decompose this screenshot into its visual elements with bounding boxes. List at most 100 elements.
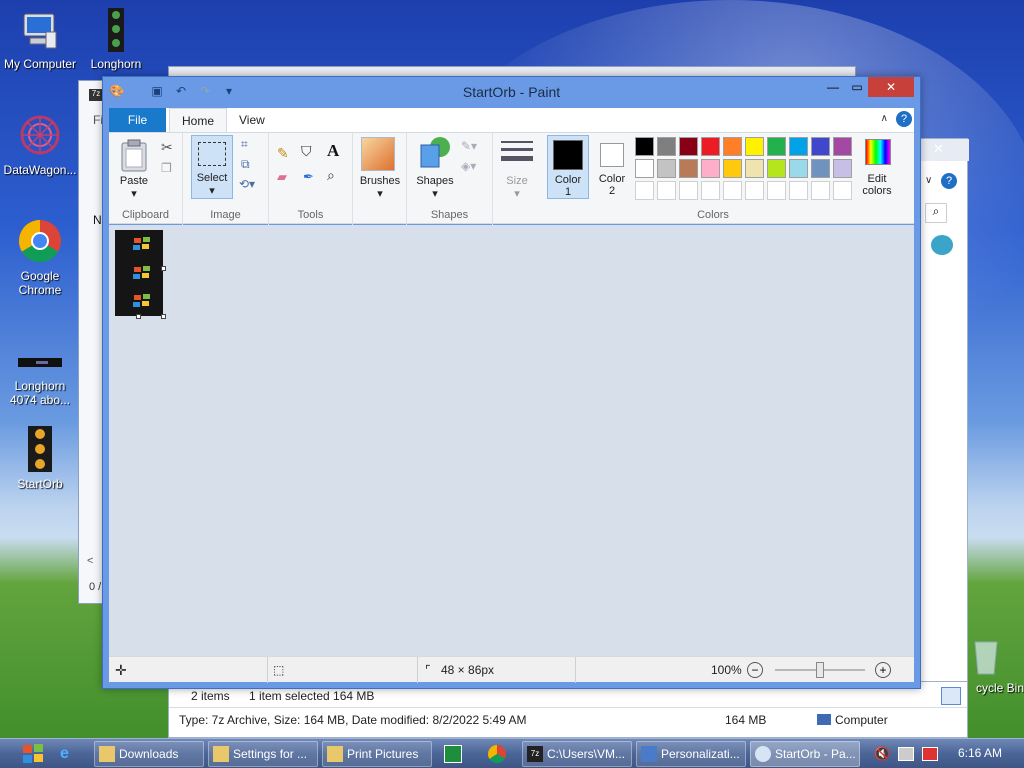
rotate-icon[interactable]: ⟲▾ (239, 177, 255, 191)
palette-swatch-empty[interactable] (767, 181, 786, 200)
chevron-down-icon[interactable]: ∨ (925, 175, 932, 186)
color-picker-icon[interactable]: ✒ (303, 169, 314, 185)
column-header-name[interactable]: N (93, 213, 102, 227)
desktop-icon-startorb[interactable]: StartOrb (0, 426, 80, 491)
help-icon[interactable]: ? (896, 111, 912, 127)
crop-icon[interactable]: ⌗ (241, 137, 248, 152)
palette-swatch[interactable] (767, 137, 786, 156)
taskbar-item-personalization[interactable]: Personalizati... (636, 741, 746, 767)
desktop-icon-my-computer[interactable]: My Computer (0, 10, 80, 71)
palette-swatch-empty[interactable] (701, 181, 720, 200)
color1-button[interactable]: Color 1 (547, 135, 589, 199)
canvas-area[interactable] (109, 225, 914, 656)
fill-icon[interactable]: ⛉ (301, 143, 312, 160)
title-bar[interactable]: 🎨 ▣ ↶ ↷ ▾ StartOrb - Paint — ▭ ✕ (103, 77, 920, 107)
outline-icon[interactable]: ✎▾ (461, 139, 477, 153)
zoom-out-button[interactable]: − (747, 662, 763, 678)
close-button[interactable]: ✕ (868, 77, 914, 97)
shapes-button[interactable]: Shapes ▾ (413, 135, 457, 200)
excel-icon[interactable] (444, 745, 462, 763)
desktop-icon-longhorn[interactable]: Longhorn (76, 8, 156, 71)
palette-swatch[interactable] (789, 159, 808, 178)
eraser-icon[interactable]: ▰ (277, 169, 287, 185)
size-button[interactable]: Size ▾ (493, 133, 541, 225)
tab-home[interactable]: Home (169, 108, 228, 132)
palette-swatch[interactable] (701, 137, 720, 156)
maximize-button[interactable]: ▭ (843, 77, 871, 97)
palette-swatch[interactable] (811, 137, 830, 156)
zoom-slider[interactable] (775, 662, 865, 678)
palette-swatch[interactable] (679, 159, 698, 178)
internet-explorer-icon[interactable]: e (60, 745, 80, 763)
palette-swatch-empty[interactable] (745, 181, 764, 200)
palette-swatch[interactable] (833, 137, 852, 156)
palette-swatch[interactable] (745, 137, 764, 156)
palette-swatch[interactable] (811, 159, 830, 178)
taskbar-item-print-pictures[interactable]: Print Pictures (322, 741, 432, 767)
palette-swatch-empty[interactable] (833, 181, 852, 200)
palette-swatch[interactable] (635, 137, 654, 156)
palette-swatch[interactable] (767, 159, 786, 178)
palette-swatch-empty[interactable] (657, 181, 676, 200)
palette-swatch[interactable] (635, 159, 654, 178)
palette-swatch-empty[interactable] (789, 181, 808, 200)
palette-swatch[interactable] (789, 137, 808, 156)
palette-swatch-empty[interactable] (811, 181, 830, 200)
zoom-in-button[interactable]: + (875, 662, 891, 678)
palette-swatch[interactable] (723, 159, 742, 178)
palette-swatch-empty[interactable] (679, 181, 698, 200)
palette-swatch[interactable] (701, 159, 720, 178)
chrome-icon[interactable] (488, 745, 506, 763)
copy-icon[interactable]: ❐ (161, 161, 172, 175)
palette-swatch[interactable] (657, 159, 676, 178)
palette-swatch-empty[interactable] (723, 181, 742, 200)
details-view-button[interactable] (941, 687, 961, 705)
close-icon[interactable]: ✕ (933, 141, 944, 157)
chrome-icon (0, 218, 80, 267)
taskbar-item-7zip[interactable]: 7z C:\Users\VM... (522, 741, 632, 767)
palette-swatch[interactable] (745, 159, 764, 178)
image-canvas[interactable] (115, 230, 163, 316)
fill-style-icon[interactable]: ◈▾ (461, 159, 476, 173)
search-icon[interactable]: ⌕ (925, 203, 947, 223)
tab-view[interactable]: View (227, 108, 277, 132)
taskbar-item-downloads[interactable]: Downloads (94, 741, 204, 767)
tab-file[interactable]: File (109, 108, 166, 132)
select-button[interactable]: Select ▾ (191, 135, 233, 199)
network-icon[interactable] (898, 747, 914, 761)
minimize-ribbon-icon[interactable]: ∧ (881, 113, 888, 124)
zoom-slider-thumb[interactable] (816, 662, 824, 678)
text-icon[interactable]: A (327, 141, 339, 161)
color2-button[interactable]: Color 2 (591, 135, 633, 199)
paint-icon (755, 746, 771, 762)
brushes-button[interactable]: Brushes ▾ (353, 133, 407, 225)
taskbar-item-paint[interactable]: StartOrb - Pa... (750, 741, 860, 767)
start-button[interactable] (20, 741, 48, 767)
pencil-icon[interactable]: ✎ (277, 145, 289, 162)
explorer-right-panel[interactable]: ✕ ? ∨ ⌕ (914, 138, 969, 682)
desktop-icon-longhorn-4074[interactable]: Longhorn 4074 abo... (0, 352, 80, 407)
palette-swatch[interactable] (679, 137, 698, 156)
volume-muted-icon[interactable]: 🔇 (874, 746, 890, 762)
palette-swatch-empty[interactable] (635, 181, 654, 200)
resize-icon[interactable]: ⧉ (241, 157, 250, 172)
edit-colors-button[interactable]: Edit colors (857, 135, 897, 199)
paste-button[interactable]: Paste ▾ (119, 139, 155, 200)
palette-swatch[interactable] (723, 137, 742, 156)
paint-window[interactable]: 🎨 ▣ ↶ ↷ ▾ StartOrb - Paint — ▭ ✕ File Ho… (102, 76, 921, 689)
desktop-icon-google-chrome[interactable]: Google Chrome (0, 218, 80, 297)
scroll-left-icon[interactable]: < (87, 555, 93, 567)
magnifier-icon[interactable]: ⌕ (327, 167, 335, 184)
details-size: 164 MB (725, 713, 767, 727)
cut-icon[interactable]: ✂ (161, 139, 173, 156)
clock[interactable]: 6:16 AM (958, 746, 1002, 760)
palette-swatch[interactable] (657, 137, 676, 156)
resize-handle-corner[interactable] (161, 314, 166, 319)
help-icon[interactable]: ? (941, 173, 957, 189)
resize-handle-right[interactable] (161, 266, 166, 271)
resize-handle-bottom[interactable] (136, 314, 141, 319)
palette-swatch[interactable] (833, 159, 852, 178)
taskbar-item-settings[interactable]: Settings for ... (208, 741, 318, 767)
action-center-icon[interactable] (922, 747, 938, 761)
desktop-icon-datawagon[interactable]: DataWagon... (0, 112, 80, 177)
